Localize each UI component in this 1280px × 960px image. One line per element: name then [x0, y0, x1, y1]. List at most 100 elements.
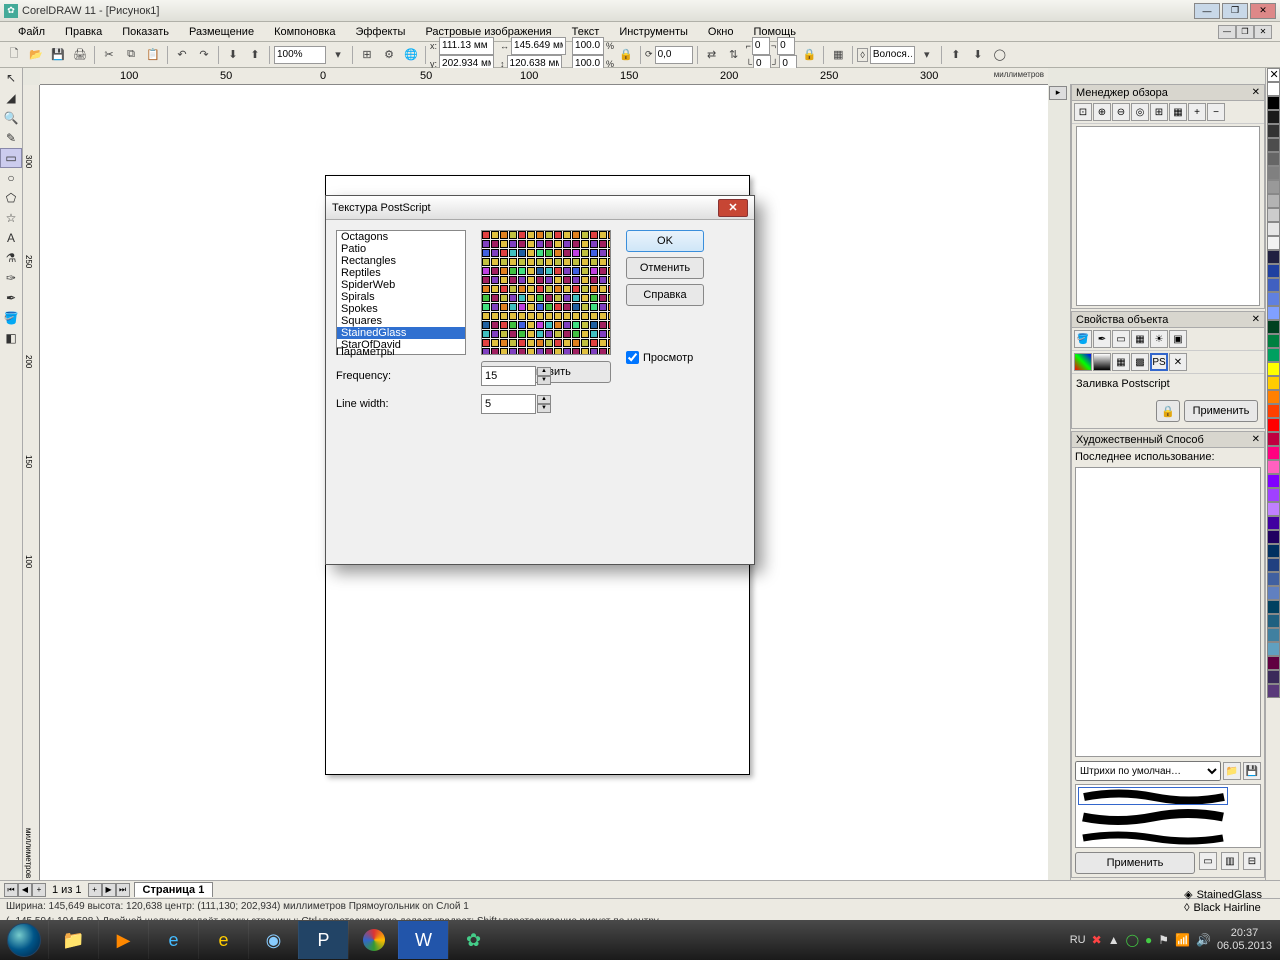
- taskbar-ie-icon[interactable]: e: [148, 921, 198, 959]
- color-swatch[interactable]: [1267, 82, 1280, 96]
- color-swatch[interactable]: [1267, 180, 1280, 194]
- color-swatch[interactable]: [1267, 684, 1280, 698]
- color-swatch[interactable]: [1267, 614, 1280, 628]
- rect-tab-icon[interactable]: ▭: [1112, 330, 1130, 348]
- color-swatch[interactable]: [1267, 250, 1280, 264]
- save-preset-icon[interactable]: 💾: [1243, 762, 1261, 780]
- open-icon[interactable]: 📂: [26, 45, 46, 65]
- convert-icon[interactable]: ◯: [990, 45, 1010, 65]
- stroke-opt2-icon[interactable]: ▥: [1221, 852, 1239, 870]
- color-swatch[interactable]: [1267, 418, 1280, 432]
- redo-icon[interactable]: ↷: [194, 45, 214, 65]
- page-first-icon[interactable]: ⏮: [4, 883, 18, 897]
- freehand-tool-icon[interactable]: ✎: [0, 128, 22, 148]
- list-item[interactable]: Squares: [337, 315, 465, 327]
- color-swatch[interactable]: [1267, 446, 1280, 460]
- uniform-fill-icon[interactable]: [1074, 353, 1092, 371]
- color-swatch[interactable]: [1267, 306, 1280, 320]
- list-item[interactable]: Spirals: [337, 291, 465, 303]
- color-swatch[interactable]: [1267, 138, 1280, 152]
- mdi-minimize[interactable]: —: [1218, 25, 1236, 39]
- stroke-opt1-icon[interactable]: ▭: [1199, 852, 1217, 870]
- color-swatch[interactable]: [1267, 194, 1280, 208]
- color-swatch[interactable]: [1267, 544, 1280, 558]
- corner-tr-input[interactable]: [777, 37, 795, 55]
- mirror-v-icon[interactable]: ⇅: [724, 45, 744, 65]
- list-item[interactable]: Reptiles: [337, 267, 465, 279]
- last-used-list[interactable]: [1075, 467, 1261, 757]
- snap-icon[interactable]: ⊞: [357, 45, 377, 65]
- spin-up-icon[interactable]: ▲: [537, 367, 551, 376]
- color-swatch[interactable]: [1267, 488, 1280, 502]
- rectangle-tool-icon[interactable]: ▭: [0, 148, 22, 168]
- tray-icon-2[interactable]: ▲: [1108, 933, 1120, 947]
- page-add-after-icon[interactable]: +: [88, 883, 102, 897]
- cancel-button[interactable]: Отменить: [626, 257, 704, 279]
- tray-volume-icon[interactable]: 🔊: [1196, 933, 1211, 947]
- list-item[interactable]: Patio: [337, 243, 465, 255]
- color-swatch[interactable]: [1267, 656, 1280, 670]
- texture-listbox[interactable]: Octagons Patio Rectangles Reptiles Spide…: [336, 230, 466, 355]
- page-tab-1[interactable]: Страница 1: [134, 882, 214, 897]
- no-color-swatch[interactable]: ✕: [1267, 68, 1280, 82]
- pattern-fill-icon[interactable]: ▦: [1112, 353, 1130, 371]
- color-swatch[interactable]: [1267, 348, 1280, 362]
- interactive-fill-icon[interactable]: ◧: [0, 328, 22, 348]
- docker-tab-icon[interactable]: ▸: [1049, 86, 1067, 100]
- save-icon[interactable]: 💾: [48, 45, 68, 65]
- menu-edit[interactable]: Правка: [55, 24, 112, 40]
- color-swatch[interactable]: [1267, 530, 1280, 544]
- list-item[interactable]: SpiderWeb: [337, 279, 465, 291]
- stroke-preview-1[interactable]: [1078, 787, 1228, 805]
- taskbar-corel-icon[interactable]: ✿: [448, 921, 498, 959]
- color-swatch[interactable]: [1267, 432, 1280, 446]
- color-swatch[interactable]: [1267, 166, 1280, 180]
- menu-layout[interactable]: Размещение: [179, 24, 264, 40]
- taskbar-app2-icon[interactable]: P: [298, 921, 348, 959]
- print-icon[interactable]: 🖨: [70, 45, 90, 65]
- no-fill-icon[interactable]: ✕: [1169, 353, 1187, 371]
- wrap-icon[interactable]: ▦: [828, 45, 848, 65]
- taskbar-explorer-icon[interactable]: 📁: [48, 921, 98, 959]
- web-tab-icon[interactable]: ▦: [1131, 330, 1149, 348]
- color-swatch[interactable]: [1267, 586, 1280, 600]
- menu-view[interactable]: Показать: [112, 24, 179, 40]
- color-swatch[interactable]: [1267, 600, 1280, 614]
- tray-icon-1[interactable]: ✖: [1092, 933, 1102, 947]
- menu-file[interactable]: Файл: [8, 24, 55, 40]
- zoom-minus-icon[interactable]: −: [1207, 103, 1225, 121]
- color-swatch[interactable]: [1267, 96, 1280, 110]
- round-lock-icon[interactable]: 🔒: [799, 45, 819, 65]
- preview-checkbox[interactable]: [626, 351, 639, 364]
- interactive-tool-icon[interactable]: ⚗: [0, 248, 22, 268]
- zoom-in-icon[interactable]: ⊕: [1093, 103, 1111, 121]
- ellipse-tool-icon[interactable]: ○: [0, 168, 22, 188]
- mdi-close[interactable]: ✕: [1254, 25, 1272, 39]
- spin-up-icon[interactable]: ▲: [537, 395, 551, 404]
- stroke-preview-2[interactable]: [1078, 808, 1228, 826]
- color-swatch[interactable]: [1267, 558, 1280, 572]
- page-prev-icon[interactable]: ◀: [18, 883, 32, 897]
- color-swatch[interactable]: [1267, 460, 1280, 474]
- size-w-input[interactable]: [511, 37, 566, 55]
- menu-arrange[interactable]: Компоновка: [264, 24, 345, 40]
- rotation-input[interactable]: [655, 46, 693, 64]
- zoom-dropdown-icon[interactable]: ▾: [328, 45, 348, 65]
- to-front-icon[interactable]: ⬆: [946, 45, 966, 65]
- minimize-button[interactable]: —: [1194, 3, 1220, 19]
- mirror-h-icon[interactable]: ⇄: [702, 45, 722, 65]
- detail-tab-icon[interactable]: ▣: [1169, 330, 1187, 348]
- stroke-preview-3[interactable]: [1078, 829, 1228, 847]
- list-item[interactable]: Spokes: [337, 303, 465, 315]
- texture-fill-icon[interactable]: ▩: [1131, 353, 1149, 371]
- taskbar-word-icon[interactable]: W: [398, 921, 448, 959]
- copy-icon[interactable]: ⧉: [121, 45, 141, 65]
- list-item[interactable]: Rectangles: [337, 255, 465, 267]
- page-next-icon[interactable]: ▶: [102, 883, 116, 897]
- undo-icon[interactable]: ↶: [172, 45, 192, 65]
- zoom-sel-icon[interactable]: ◎: [1131, 103, 1149, 121]
- general-tab-icon[interactable]: ☀: [1150, 330, 1168, 348]
- color-swatch[interactable]: [1267, 376, 1280, 390]
- taskbar-wmp-icon[interactable]: ▶: [98, 921, 148, 959]
- new-icon[interactable]: 🗋: [4, 45, 24, 65]
